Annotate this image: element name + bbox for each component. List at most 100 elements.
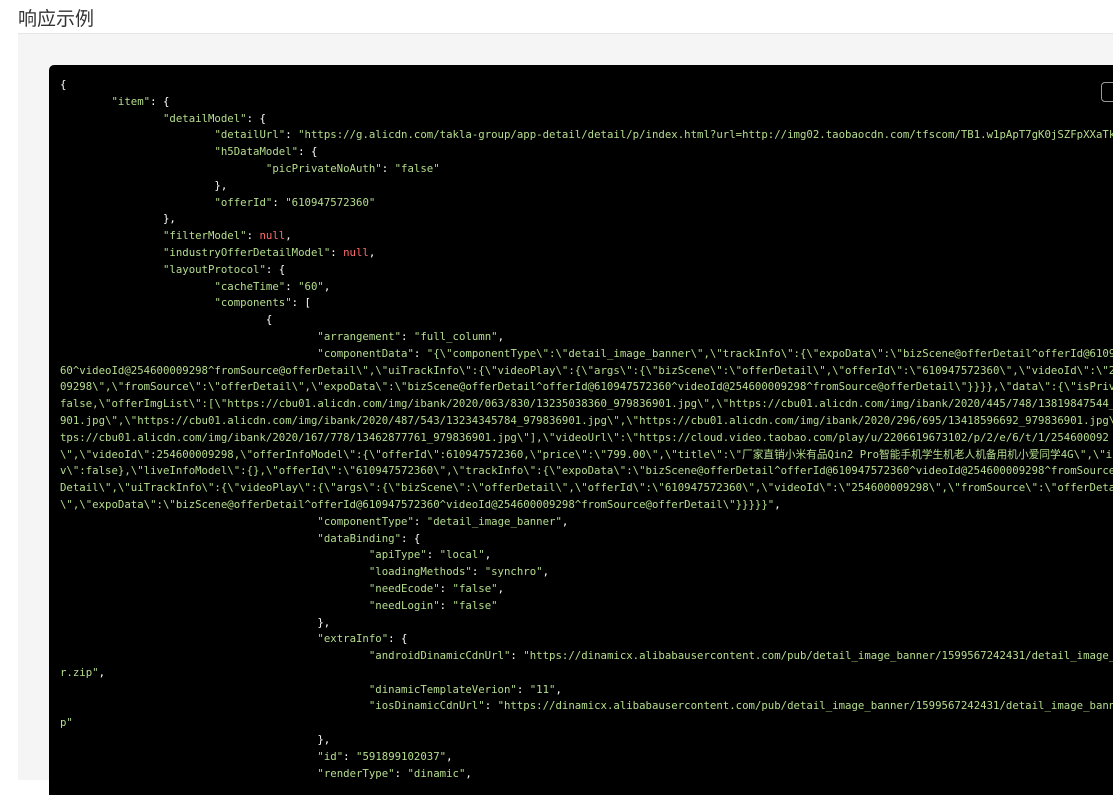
code-token: , <box>484 548 492 562</box>
code-token: }, <box>60 178 228 192</box>
code-line: 09298\",\"fromSource\":\"offerDetail\",\… <box>60 380 1113 393</box>
code-token: : <box>439 581 453 595</box>
code-line: false,\"offerImgList\":[\"https://cbu01.… <box>60 397 1113 410</box>
code-token: "layoutProtocol" <box>162 262 266 276</box>
code-token: "https://dinamicx.alibabausercontent.com… <box>497 699 1113 713</box>
code-token: : <box>272 195 286 209</box>
code-token: \",\"videoId\":254600009298,\"offerInfoM… <box>60 447 1113 461</box>
code-token: : <box>401 329 414 343</box>
code-line: }, <box>60 616 330 629</box>
code-token: , <box>368 245 376 259</box>
code-line: "iosDinamicCdnUrl": "https://dinamicx.al… <box>60 699 1113 712</box>
code-token: "needLogin" <box>368 598 440 612</box>
code-token: "item" <box>111 94 151 108</box>
code-token: : { <box>298 145 318 159</box>
code-token: "610947572360" <box>285 195 376 209</box>
code-token: "https://dinamicx.alibabausercontent.com… <box>523 649 1113 663</box>
code-token: , <box>561 514 569 528</box>
code-line: p" <box>60 716 73 729</box>
code-line: "picPrivateNoAuth": "false" <box>60 162 440 175</box>
response-json[interactable]: { "item": { "detailModel": { "detailUrl"… <box>60 77 1113 782</box>
code-token: : <box>343 749 357 763</box>
code-line: "detailUrl": "https://g.alicdn.com/takla… <box>60 128 1113 141</box>
code-line: { <box>60 78 66 91</box>
code-token: : { <box>150 94 170 108</box>
code-token: : { <box>401 531 421 545</box>
code-token: "loadingMethods" <box>368 565 472 579</box>
code-block[interactable]: { "item": { "detailModel": { "detailUrl"… <box>49 65 1113 795</box>
code-line: Detail\",\"uiTrackInfo\":{\"videoPlay\":… <box>60 481 1113 494</box>
code-line: "loadingMethods": "synchro", <box>60 565 549 578</box>
code-token: "iosDinamicCdnUrl" <box>368 699 485 713</box>
code-line: }, <box>60 179 227 192</box>
code-token: "detail_image_banner" <box>426 514 562 528</box>
code-token: "{\"componentType\":\"detail_image_banne… <box>426 346 1113 360</box>
code-line: "detailModel": { <box>60 112 266 125</box>
code-token: "renderType" <box>317 766 395 780</box>
code-token: , <box>774 497 781 511</box>
code-token: : <box>285 279 299 293</box>
code-token: : { <box>265 262 286 276</box>
code-token: "picPrivateNoAuth" <box>265 161 382 175</box>
code-line: "componentType": "detail_image_banner", <box>60 515 568 528</box>
code-token: : <box>426 548 440 562</box>
code-token: , <box>497 581 504 595</box>
code-token: , <box>497 329 505 343</box>
code-token: "60" <box>298 279 324 293</box>
code-token: 09298\",\"fromSource\":\"offerDetail\",\… <box>60 380 1113 394</box>
code-token: }, <box>60 733 331 747</box>
code-line: "cacheTime": "60", <box>60 280 330 293</box>
code-line: "filterModel": null, <box>60 229 292 242</box>
code-token: "apiType" <box>368 548 427 562</box>
code-token: "components" <box>214 296 292 310</box>
code-line: "componentData": "{\"componentType\":\"d… <box>60 347 1113 360</box>
code-token: , <box>98 665 106 679</box>
code-line: "needEcode": "false", <box>60 582 504 595</box>
code-token: "componentType" <box>317 514 414 528</box>
code-token: : <box>516 682 530 696</box>
code-token: }, <box>60 615 331 629</box>
code-token: "dinamic" <box>407 766 466 780</box>
code-token: : <box>246 229 260 243</box>
code-token: "extraInfo" <box>317 632 389 646</box>
code-line: "id": "591899102037", <box>60 749 452 763</box>
code-token: "androidDinamicCdnUrl" <box>368 649 511 663</box>
code-line: "extraInfo": { <box>60 632 407 645</box>
code-token: : [ <box>291 296 311 310</box>
code-line: \",\"expoData\":\"bizScene@offerDetail^o… <box>60 498 781 511</box>
code-token: : <box>413 514 427 528</box>
code-token: "detailModel" <box>162 111 247 125</box>
copy-button[interactable] <box>1101 82 1113 102</box>
code-line: r.zip", <box>60 666 105 679</box>
code-token: : <box>471 565 485 579</box>
code-token: "full_column" <box>413 329 498 343</box>
code-line: "layoutProtocol": { <box>60 263 285 276</box>
code-token: "id" <box>317 749 344 763</box>
code-line: "arrangement": "full_column", <box>60 330 504 343</box>
code-token: 60^videoId@254600009298^fromSource@offer… <box>60 363 1113 377</box>
code-token: null <box>343 245 369 259</box>
code-token: "false" <box>452 581 498 595</box>
code-token: "false" <box>394 161 440 175</box>
code-token: "industryOfferDetailModel" <box>162 245 331 259</box>
code-line: "item": { <box>60 95 169 108</box>
code-token: "componentData" <box>317 346 414 360</box>
